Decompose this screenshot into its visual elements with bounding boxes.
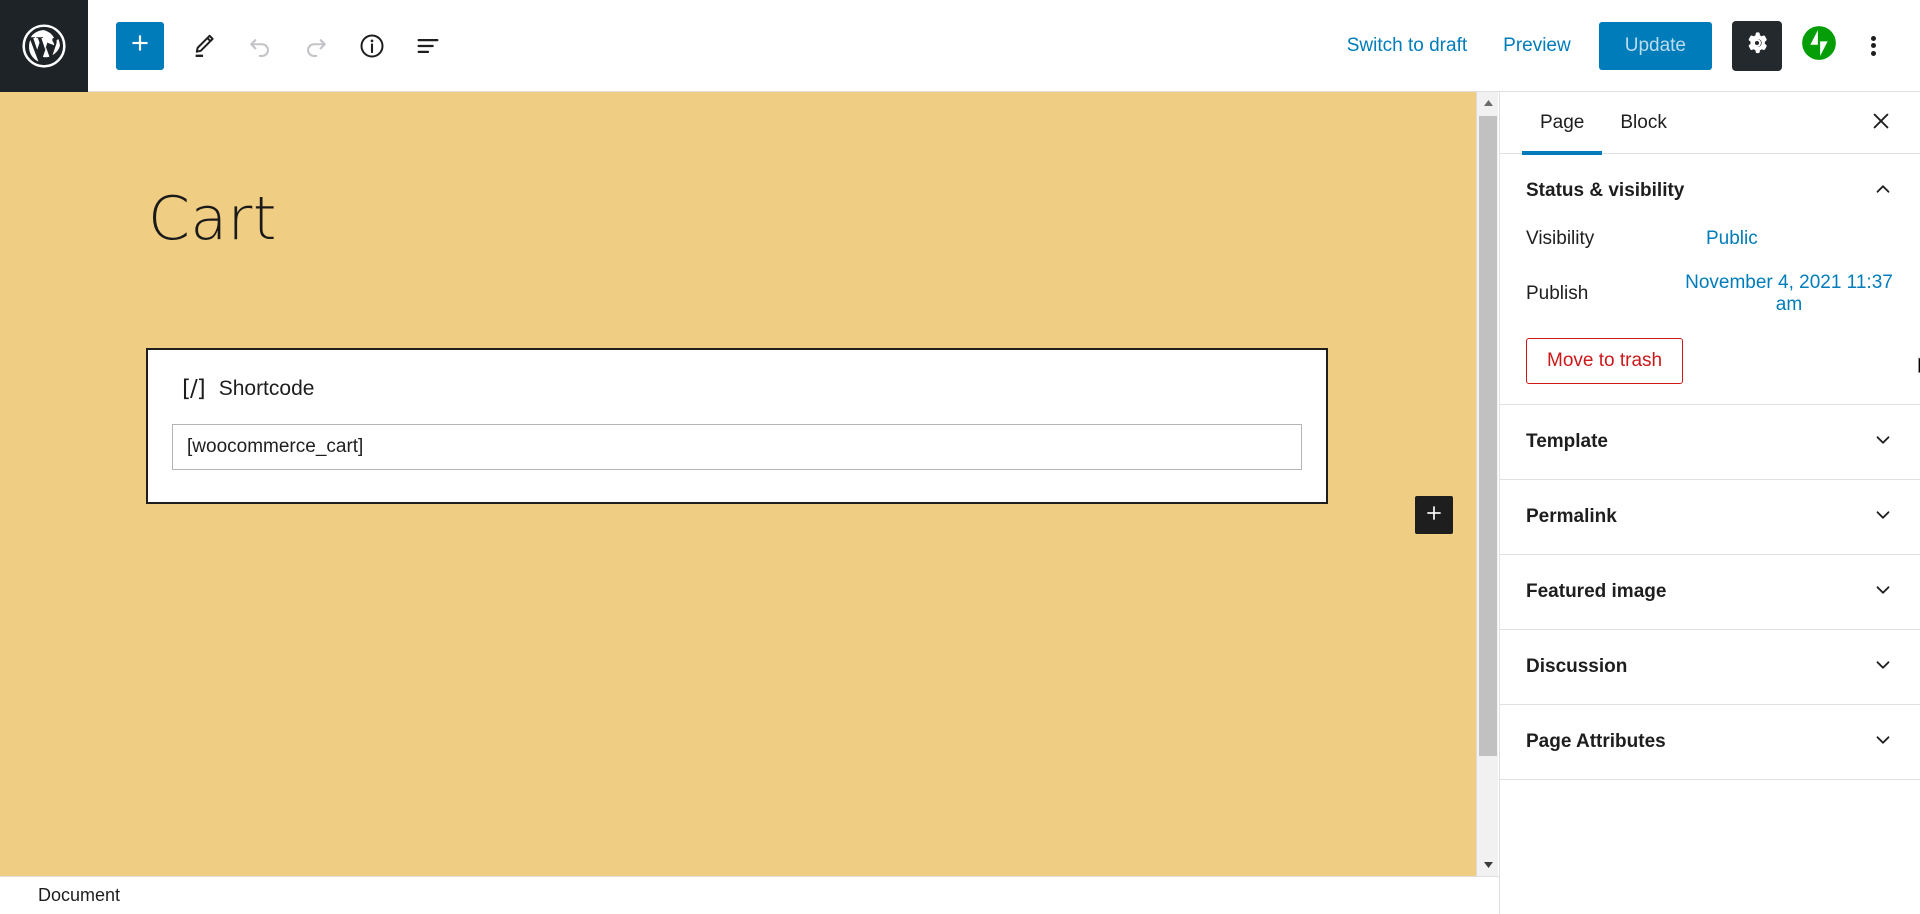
panel-title: Discussion [1526, 656, 1628, 677]
panel-discussion: Discussion [1500, 630, 1920, 705]
publish-label: Publish [1526, 283, 1589, 304]
plus-icon [127, 30, 153, 61]
panel-title: Template [1526, 431, 1609, 452]
undo-arrow-icon [246, 32, 274, 60]
chevron-down-icon [1872, 579, 1894, 606]
triangle-up-icon [1483, 94, 1494, 112]
chevron-down-icon [1872, 654, 1894, 681]
panel-discussion-header[interactable]: Discussion [1500, 630, 1920, 704]
visibility-row: Visibility Public [1526, 228, 1894, 250]
shortcode-input[interactable] [172, 424, 1302, 470]
panel-page-attributes-header[interactable]: Page Attributes [1500, 705, 1920, 779]
sidebar-tablist: Page Block [1500, 92, 1920, 155]
gear-icon [1744, 30, 1770, 61]
tab-page[interactable]: Page [1522, 92, 1603, 155]
redo-button[interactable] [288, 18, 344, 74]
wordpress-logo-button[interactable] [0, 0, 88, 92]
panel-page-attributes: Page Attributes [1500, 705, 1920, 780]
switch-to-draft-button[interactable]: Switch to draft [1329, 25, 1485, 67]
three-dots-vertical-icon [1870, 33, 1876, 58]
plus-icon [1424, 503, 1444, 528]
scroll-up-button[interactable] [1477, 92, 1499, 114]
toolbar-left-group [88, 18, 456, 74]
details-button[interactable] [344, 18, 400, 74]
close-sidebar-button[interactable] [1864, 106, 1898, 140]
panel-title: Status & visibility [1526, 180, 1685, 201]
preview-button[interactable]: Preview [1485, 25, 1589, 67]
panel-template-header[interactable]: Template [1500, 405, 1920, 479]
shortcode-block-header: [/] Shortcode [148, 350, 1326, 402]
triangle-down-icon [1483, 856, 1494, 874]
info-circle-icon [358, 32, 386, 60]
scroll-down-button[interactable] [1477, 854, 1499, 876]
block-inserter-button[interactable] [1415, 496, 1453, 534]
chevron-down-icon [1872, 429, 1894, 456]
shortcode-block-label: Shortcode [218, 377, 315, 400]
tab-block[interactable]: Block [1602, 92, 1684, 154]
panel-status-visibility: Status & visibility Visibility Public Pu… [1500, 154, 1920, 405]
panel-title: Permalink [1526, 506, 1617, 527]
publish-row: Publish November 4, 2021 11:37 am [1526, 272, 1894, 316]
scrollbar-thumb[interactable] [1479, 116, 1497, 756]
visibility-label: Visibility [1526, 228, 1595, 249]
panel-status-visibility-header[interactable]: Status & visibility [1500, 154, 1920, 228]
edit-tool-button[interactable] [176, 18, 232, 74]
redo-arrow-icon [302, 32, 330, 60]
breadcrumb[interactable]: Document [38, 885, 120, 906]
jetpack-icon [1801, 25, 1837, 66]
panel-featured-image-header[interactable]: Featured image [1500, 555, 1920, 629]
panel-title: Featured image [1526, 581, 1667, 602]
wordpress-logo-icon [21, 23, 67, 69]
add-block-button[interactable] [116, 21, 164, 70]
undo-button[interactable] [232, 18, 288, 74]
settings-toggle-button[interactable] [1732, 20, 1782, 71]
canvas-scrollbar[interactable] [1476, 92, 1498, 876]
panel-permalink: Permalink [1500, 480, 1920, 555]
panel-template: Template [1500, 405, 1920, 480]
page-title[interactable]: Cart [148, 184, 277, 254]
chevron-down-icon [1872, 729, 1894, 756]
more-menu-button[interactable] [1850, 21, 1896, 71]
list-view-icon [414, 32, 442, 60]
panel-title: Page Attributes [1526, 731, 1666, 752]
update-button[interactable]: Update [1598, 21, 1712, 70]
move-to-trash-button[interactable]: Move to trash [1526, 338, 1684, 384]
panel-status-visibility-body: Visibility Public Publish November 4, 20… [1500, 228, 1920, 404]
toolbar-right-group: Switch to draft Preview Update [1329, 20, 1920, 71]
panel-featured-image: Featured image [1500, 555, 1920, 630]
settings-sidebar: Page Block Status & visibility Visibilit… [1499, 92, 1920, 914]
jetpack-button[interactable] [1794, 21, 1844, 71]
shortcode-block[interactable]: [/] Shortcode [146, 348, 1328, 504]
panel-permalink-header[interactable]: Permalink [1500, 480, 1920, 554]
editor-toolbar: Switch to draft Preview Update [0, 0, 1920, 92]
pencil-icon [190, 32, 218, 60]
list-view-button[interactable] [400, 18, 456, 74]
chevron-down-icon [1872, 504, 1894, 531]
chevron-up-icon [1872, 178, 1894, 205]
editor-status-bar: Document [0, 876, 1499, 914]
visibility-value-button[interactable]: Public [1706, 228, 1758, 250]
editor-canvas[interactable]: Cart [/] Shortcode [0, 92, 1476, 876]
close-icon [1870, 110, 1892, 137]
shortcode-icon: [/] [182, 376, 206, 402]
publish-date-button[interactable]: November 4, 2021 11:37 am [1684, 272, 1894, 316]
